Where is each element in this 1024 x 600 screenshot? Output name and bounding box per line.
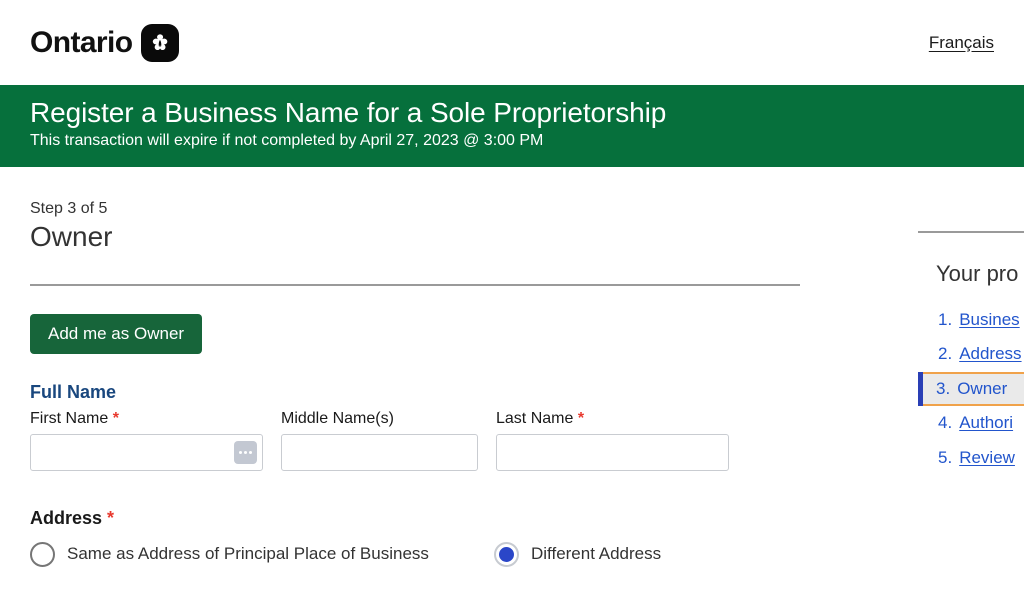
full-name-fields-row: First Name * Middle Name(s) Last Name * (30, 409, 800, 471)
last-name-field: Last Name * (496, 409, 729, 471)
step-number: 4. (938, 413, 953, 433)
middle-name-field: Middle Name(s) (281, 409, 478, 471)
radio-different-address[interactable]: Different Address (494, 541, 662, 567)
banner-expiry-notice: This transaction will expire if not comp… (30, 132, 544, 150)
sidebar-divider (918, 230, 1024, 233)
middle-name-input[interactable] (281, 433, 478, 471)
step-number: 1. (938, 309, 953, 329)
step-number: 3. (936, 378, 951, 398)
full-name-group-title: Full Name (30, 382, 117, 403)
brand-wordmark: Ontario (30, 26, 133, 59)
page-title: Owner (30, 220, 113, 252)
sidebar-item-business[interactable]: 1. Busines (918, 303, 1024, 337)
trillium-icon (141, 24, 180, 62)
transaction-banner: Register a Business Name for a Sole Prop… (0, 85, 1024, 167)
sidebar-item-owner[interactable]: 3. Owner (918, 371, 1024, 407)
required-asterisk: * (107, 507, 115, 528)
radio-label: Same as Address of Principal Place of Bu… (67, 543, 429, 563)
language-toggle-link[interactable]: Français (929, 33, 994, 53)
top-bar: Ontario Français (0, 0, 1024, 85)
sidebar-title: Your pro (936, 260, 1019, 286)
required-asterisk: * (577, 409, 585, 427)
ontario-logo[interactable]: Ontario (30, 24, 180, 62)
last-name-input[interactable] (496, 433, 729, 471)
address-section-title: Address * (30, 508, 800, 530)
address-radio-group: Same as Address of Principal Place of Bu… (30, 541, 800, 567)
step-number: 5. (938, 447, 953, 467)
banner-title: Register a Business Name for a Sole Prop… (30, 97, 667, 128)
step-link-label[interactable]: Busines (959, 310, 1019, 330)
progress-sidebar: Your pro 1. Busines 2. Address 3. Owner … (918, 167, 1024, 475)
progress-step-list: 1. Busines 2. Address 3. Owner 4. Author… (918, 303, 1024, 475)
first-name-label: First Name * (30, 409, 263, 428)
middle-name-label-text: Middle Name(s) (281, 409, 394, 427)
step-label: Step 3 of 5 (30, 199, 108, 217)
step-link-label[interactable]: Review (959, 448, 1015, 468)
radio-label: Different Address (531, 543, 662, 563)
main-content: Step 3 of 5 Owner Add me as Owner Full N… (0, 167, 830, 567)
ellipsis-autofill-icon[interactable] (234, 440, 257, 464)
sidebar-item-review[interactable]: 5. Review (918, 441, 1024, 475)
add-me-as-owner-button[interactable]: Add me as Owner (30, 314, 203, 355)
step-number: 2. (938, 344, 953, 364)
required-asterisk: * (112, 409, 119, 427)
step-link-label[interactable]: Authori (959, 413, 1013, 433)
first-name-label-text: First Name (30, 409, 109, 427)
first-name-field: First Name * (30, 409, 263, 471)
address-section-title-text: Address (30, 507, 103, 528)
middle-name-label: Middle Name(s) (281, 409, 478, 428)
content-divider (30, 284, 800, 287)
step-link-label[interactable]: Address (959, 344, 1021, 364)
last-name-label-text: Last Name (496, 409, 574, 427)
sidebar-item-authorization[interactable]: 4. Authori (918, 406, 1024, 440)
radio-selected-icon[interactable] (494, 541, 519, 567)
radio-unselected-icon[interactable] (30, 541, 55, 567)
first-name-input[interactable] (30, 433, 263, 471)
page-body: Step 3 of 5 Owner Add me as Owner Full N… (0, 167, 1024, 600)
last-name-label: Last Name * (496, 409, 729, 428)
radio-same-as-principal-address[interactable]: Same as Address of Principal Place of Bu… (30, 541, 494, 567)
step-link-label[interactable]: Owner (957, 379, 1007, 399)
sidebar-item-address[interactable]: 2. Address (918, 337, 1024, 371)
